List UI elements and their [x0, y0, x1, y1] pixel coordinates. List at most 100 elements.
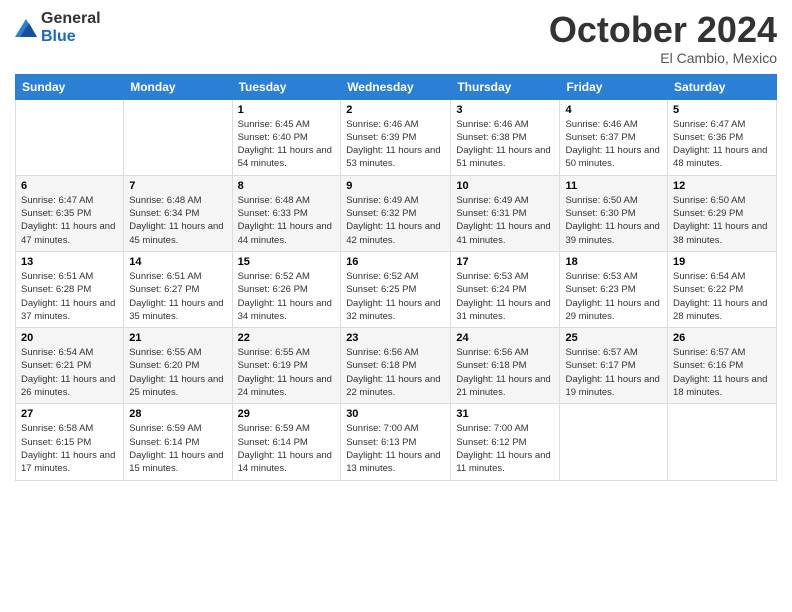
- day-number: 7: [129, 180, 226, 192]
- day-number: 1: [238, 104, 336, 116]
- calendar-cell: 13 Sunrise: 6:51 AMSunset: 6:28 PMDayligh…: [16, 251, 124, 327]
- day-number: 18: [565, 256, 662, 268]
- calendar-cell: 3 Sunrise: 6:46 AMSunset: 6:38 PMDaylight…: [451, 99, 560, 175]
- day-info: Sunrise: 6:46 AMSunset: 6:39 PMDaylight:…: [346, 118, 445, 171]
- calendar-cell: [560, 404, 668, 480]
- day-info: Sunrise: 7:00 AMSunset: 6:13 PMDaylight:…: [346, 422, 445, 475]
- weekday-header: Saturday: [668, 74, 777, 99]
- page: General Blue October 2024 El Cambio, Mex…: [0, 0, 792, 612]
- calendar-cell: 26Sunrise: 6:57 AMSunset: 6:16 PMDayligh…: [668, 328, 777, 404]
- day-number: 6: [21, 180, 118, 192]
- day-info: Sunrise: 6:45 AMSunset: 6:40 PMDaylight:…: [238, 118, 336, 171]
- calendar-cell: 28 Sunrise: 6:59 AMSunset: 6:14 PMDayligh…: [124, 404, 232, 480]
- title-section: October 2024 El Cambio, Mexico: [549, 10, 777, 66]
- calendar-cell: [124, 99, 232, 175]
- calendar-cell: 15 Sunrise: 6:52 AMSunset: 6:26 PMDayligh…: [232, 251, 341, 327]
- day-number: 13: [21, 256, 118, 268]
- calendar-cell: 27Sunrise: 6:58 AMSunset: 6:15 PMDayligh…: [16, 404, 124, 480]
- day-info: Sunrise: 6:52 AMSunset: 6:26 PMDaylight:…: [238, 270, 336, 323]
- calendar-cell: 4 Sunrise: 6:46 AMSunset: 6:37 PMDaylight…: [560, 99, 668, 175]
- day-number: 9: [346, 180, 445, 192]
- logo-text: General Blue: [41, 10, 101, 46]
- day-number: 12: [673, 180, 771, 192]
- day-info: Sunrise: 6:49 AMSunset: 6:32 PMDaylight:…: [346, 194, 445, 247]
- day-info: Sunrise: 6:46 AMSunset: 6:38 PMDaylight:…: [456, 118, 554, 171]
- day-info: Sunrise: 6:55 AMSunset: 6:19 PMDaylight:…: [238, 346, 336, 399]
- day-info: Sunrise: 6:57 AMSunset: 6:16 PMDaylight:…: [673, 346, 771, 399]
- day-number: 30: [346, 408, 445, 420]
- weekday-header: Thursday: [451, 74, 560, 99]
- weekday-row: SundayMondayTuesdayWednesdayThursdayFrid…: [16, 74, 777, 99]
- day-info: Sunrise: 6:50 AMSunset: 6:29 PMDaylight:…: [673, 194, 771, 247]
- logo: General Blue: [15, 10, 101, 46]
- calendar-cell: 5Sunrise: 6:47 AMSunset: 6:36 PMDaylight…: [668, 99, 777, 175]
- day-info: Sunrise: 6:51 AMSunset: 6:28 PMDaylight:…: [21, 270, 118, 323]
- day-number: 4: [565, 104, 662, 116]
- day-number: 10: [456, 180, 554, 192]
- calendar-cell: 17 Sunrise: 6:53 AMSunset: 6:24 PMDayligh…: [451, 251, 560, 327]
- day-number: 31: [456, 408, 554, 420]
- day-number: 16: [346, 256, 445, 268]
- day-number: 15: [238, 256, 336, 268]
- calendar-cell: 2 Sunrise: 6:46 AMSunset: 6:39 PMDaylight…: [341, 99, 451, 175]
- day-info: Sunrise: 6:55 AMSunset: 6:20 PMDaylight:…: [129, 346, 226, 399]
- day-number: 11: [565, 180, 662, 192]
- location-title: El Cambio, Mexico: [549, 50, 777, 66]
- weekday-header: Sunday: [16, 74, 124, 99]
- calendar-table: SundayMondayTuesdayWednesdayThursdayFrid…: [15, 74, 777, 481]
- calendar-cell: 24Sunrise: 6:56 AMSunset: 6:18 PMDayligh…: [451, 328, 560, 404]
- day-info: Sunrise: 6:46 AMSunset: 6:37 PMDaylight:…: [565, 118, 662, 171]
- logo-blue: Blue: [41, 28, 76, 45]
- day-number: 5: [673, 104, 771, 116]
- day-info: Sunrise: 6:52 AMSunset: 6:25 PMDaylight:…: [346, 270, 445, 323]
- calendar-cell: 1 Sunrise: 6:45 AMSunset: 6:40 PMDaylight…: [232, 99, 341, 175]
- weekday-header: Friday: [560, 74, 668, 99]
- day-info: Sunrise: 6:49 AMSunset: 6:31 PMDaylight:…: [456, 194, 554, 247]
- day-number: 24: [456, 332, 554, 344]
- day-info: Sunrise: 6:47 AMSunset: 6:35 PMDaylight:…: [21, 194, 118, 247]
- day-info: Sunrise: 6:59 AMSunset: 6:14 PMDaylight:…: [129, 422, 226, 475]
- calendar-cell: 31Sunrise: 7:00 AMSunset: 6:12 PMDayligh…: [451, 404, 560, 480]
- calendar-cell: 14 Sunrise: 6:51 AMSunset: 6:27 PMDayligh…: [124, 251, 232, 327]
- day-number: 25: [565, 332, 662, 344]
- calendar-cell: 6 Sunrise: 6:47 AMSunset: 6:35 PMDaylight…: [16, 175, 124, 251]
- calendar-header: SundayMondayTuesdayWednesdayThursdayFrid…: [16, 74, 777, 99]
- calendar-cell: 19Sunrise: 6:54 AMSunset: 6:22 PMDayligh…: [668, 251, 777, 327]
- day-info: Sunrise: 6:53 AMSunset: 6:24 PMDaylight:…: [456, 270, 554, 323]
- day-number: 8: [238, 180, 336, 192]
- calendar-cell: 22 Sunrise: 6:55 AMSunset: 6:19 PMDayligh…: [232, 328, 341, 404]
- day-number: 3: [456, 104, 554, 116]
- logo-icon: [15, 19, 37, 37]
- calendar-cell: 7Sunrise: 6:48 AMSunset: 6:34 PMDaylight…: [124, 175, 232, 251]
- day-number: 2: [346, 104, 445, 116]
- day-number: 23: [346, 332, 445, 344]
- day-info: Sunrise: 6:57 AMSunset: 6:17 PMDaylight:…: [565, 346, 662, 399]
- day-number: 14: [129, 256, 226, 268]
- day-info: Sunrise: 6:58 AMSunset: 6:15 PMDaylight:…: [21, 422, 118, 475]
- day-number: 17: [456, 256, 554, 268]
- day-info: Sunrise: 6:48 AMSunset: 6:33 PMDaylight:…: [238, 194, 336, 247]
- calendar-cell: 20Sunrise: 6:54 AMSunset: 6:21 PMDayligh…: [16, 328, 124, 404]
- calendar-cell: 16 Sunrise: 6:52 AMSunset: 6:25 PMDayligh…: [341, 251, 451, 327]
- day-number: 22: [238, 332, 336, 344]
- calendar-week-row: 6 Sunrise: 6:47 AMSunset: 6:35 PMDaylight…: [16, 175, 777, 251]
- calendar-cell: 11 Sunrise: 6:50 AMSunset: 6:30 PMDayligh…: [560, 175, 668, 251]
- day-number: 21: [129, 332, 226, 344]
- calendar-week-row: 20Sunrise: 6:54 AMSunset: 6:21 PMDayligh…: [16, 328, 777, 404]
- calendar-cell: 8 Sunrise: 6:48 AMSunset: 6:33 PMDaylight…: [232, 175, 341, 251]
- calendar-cell: 29Sunrise: 6:59 AMSunset: 6:14 PMDayligh…: [232, 404, 341, 480]
- calendar-week-row: 1 Sunrise: 6:45 AMSunset: 6:40 PMDaylight…: [16, 99, 777, 175]
- calendar-cell: 10 Sunrise: 6:49 AMSunset: 6:31 PMDayligh…: [451, 175, 560, 251]
- day-number: 29: [238, 408, 336, 420]
- day-info: Sunrise: 6:50 AMSunset: 6:30 PMDaylight:…: [565, 194, 662, 247]
- day-info: Sunrise: 6:54 AMSunset: 6:21 PMDaylight:…: [21, 346, 118, 399]
- calendar-cell: 21 Sunrise: 6:55 AMSunset: 6:20 PMDayligh…: [124, 328, 232, 404]
- calendar-cell: 9 Sunrise: 6:49 AMSunset: 6:32 PMDaylight…: [341, 175, 451, 251]
- logo-general: General: [41, 10, 101, 27]
- day-info: Sunrise: 6:56 AMSunset: 6:18 PMDaylight:…: [346, 346, 445, 399]
- calendar-cell: 30 Sunrise: 7:00 AMSunset: 6:13 PMDayligh…: [341, 404, 451, 480]
- day-info: Sunrise: 6:54 AMSunset: 6:22 PMDaylight:…: [673, 270, 771, 323]
- day-number: 28: [129, 408, 226, 420]
- day-info: Sunrise: 6:51 AMSunset: 6:27 PMDaylight:…: [129, 270, 226, 323]
- calendar-cell: 23 Sunrise: 6:56 AMSunset: 6:18 PMDayligh…: [341, 328, 451, 404]
